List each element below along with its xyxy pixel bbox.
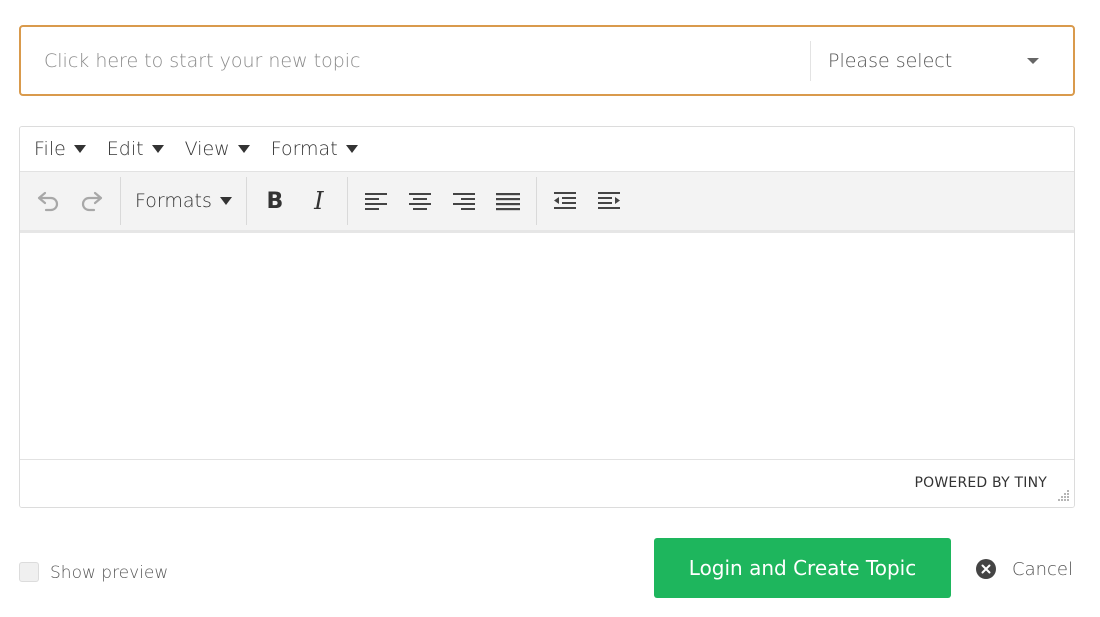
submit-button-label: Login and Create Topic (688, 556, 917, 580)
align-center-icon (408, 193, 431, 210)
style-group: B I (247, 172, 347, 230)
new-topic-form-header: Click here to start your new topic Pleas… (19, 25, 1075, 96)
rich-text-editor: File Edit View Format Formats B I POWERE… (19, 126, 1075, 508)
menu-format[interactable]: Format (261, 127, 369, 172)
close-circle-icon (976, 559, 996, 579)
formats-dropdown[interactable]: Formats (127, 181, 240, 221)
caret-down-icon (73, 145, 86, 153)
menu-edit[interactable]: Edit (97, 127, 175, 172)
redo-icon (81, 191, 103, 212)
category-select[interactable]: Please select (811, 27, 1073, 94)
powered-by-tiny-link[interactable]: POWERED BY TINY (915, 475, 1048, 491)
outdent-button[interactable] (543, 181, 587, 221)
align-justify-button[interactable] (486, 181, 530, 221)
show-preview-label[interactable]: Show preview (50, 562, 168, 584)
bold-button[interactable]: B (253, 181, 297, 221)
menu-file[interactable]: File (20, 127, 97, 172)
align-justify-icon (495, 193, 520, 211)
category-select-value: Please select (828, 49, 953, 72)
align-left-button[interactable] (354, 181, 398, 221)
indent-group (537, 172, 637, 230)
align-group (348, 172, 536, 230)
align-center-button[interactable] (398, 181, 442, 221)
caret-down-icon (219, 197, 232, 205)
topic-title-input[interactable]: Click here to start your new topic (21, 27, 809, 94)
history-group (20, 172, 120, 230)
formats-label: Formats (135, 190, 212, 212)
italic-icon: I (314, 187, 324, 215)
undo-button[interactable] (26, 181, 70, 221)
menu-format-label: Format (270, 138, 338, 160)
login-and-create-topic-button[interactable]: Login and Create Topic (654, 538, 951, 598)
editor-menubar: File Edit View Format (20, 127, 1074, 172)
align-right-button[interactable] (442, 181, 486, 221)
chevron-down-icon (1027, 58, 1039, 64)
resize-handle-icon[interactable] (1056, 488, 1070, 502)
bold-icon: B (266, 188, 284, 214)
menu-file-label: File (34, 138, 66, 160)
italic-button[interactable]: I (297, 181, 341, 221)
editor-statusbar: POWERED BY TINY (20, 459, 1074, 507)
cancel-label: Cancel (1012, 558, 1073, 580)
caret-down-icon (237, 145, 250, 153)
menu-edit-label: Edit (106, 138, 144, 160)
formats-group: Formats (121, 172, 246, 230)
show-preview-checkbox[interactable] (19, 562, 39, 582)
menu-view-label: View (184, 138, 230, 160)
editor-content-area[interactable] (20, 233, 1074, 459)
align-left-icon (364, 193, 387, 210)
menu-view[interactable]: View (175, 127, 261, 172)
outdent-icon (553, 192, 576, 209)
redo-button[interactable] (70, 181, 114, 221)
topic-title-placeholder: Click here to start your new topic (44, 49, 361, 72)
indent-icon (597, 192, 620, 209)
align-right-icon (452, 193, 475, 210)
caret-down-icon (151, 145, 164, 153)
indent-button[interactable] (587, 181, 631, 221)
undo-icon (37, 191, 59, 212)
caret-down-icon (345, 145, 358, 153)
editor-toolbar: Formats B I (20, 172, 1074, 233)
cancel-button[interactable]: Cancel (976, 556, 1073, 582)
